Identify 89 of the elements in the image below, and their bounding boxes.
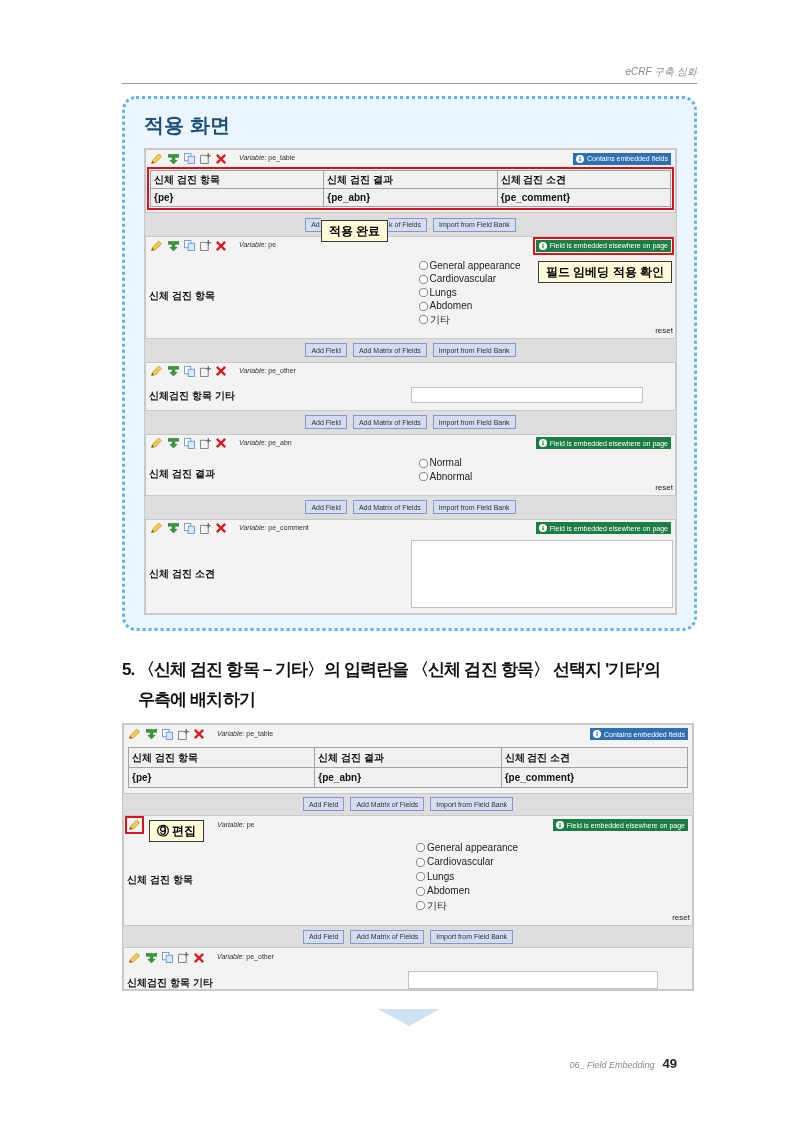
radio-icon[interactable] (418, 472, 428, 482)
pencil-icon[interactable] (129, 952, 140, 963)
branch-arrow-icon[interactable] (168, 438, 179, 448)
step-number: 5. (122, 658, 136, 681)
field-label: 신체 검진 항목 (149, 289, 215, 304)
radio-option[interactable]: General appearance (418, 259, 521, 273)
copy-icon[interactable] (162, 952, 173, 963)
radio-option[interactable]: Lungs (418, 286, 457, 300)
radio-icon[interactable] (418, 274, 428, 284)
chapter-label: 06_ Field Embedding (569, 1059, 655, 1072)
copy-icon[interactable] (184, 153, 195, 164)
callout-note: 필드 임베딩 적용 확인 (538, 261, 672, 283)
field-label: 신체 검진 결과 (149, 466, 215, 481)
copy-icon[interactable] (184, 240, 195, 251)
down-arrow-icon (378, 1009, 440, 1026)
pencil-icon[interactable] (151, 438, 162, 448)
pencil-icon[interactable] (129, 820, 140, 830)
radio-option[interactable]: General appearance (416, 840, 519, 855)
radio-option[interactable]: Normal (418, 456, 462, 470)
running-title: eCRF 구축 심화 (625, 66, 697, 78)
delete-icon[interactable] (216, 240, 226, 251)
notes-textarea[interactable] (410, 539, 673, 608)
page-plus-icon[interactable] (200, 522, 211, 534)
callout-note: ⑨ 편집 (149, 819, 205, 842)
radio-icon[interactable] (416, 843, 425, 853)
callout-note: 적용 완료 (320, 219, 389, 242)
radio-option[interactable]: 기타 (418, 313, 450, 327)
radio-option[interactable]: Lungs (416, 869, 455, 884)
branch-arrow-icon[interactable] (168, 523, 179, 533)
reset-link[interactable]: reset (672, 914, 692, 922)
delete-icon[interactable] (194, 729, 204, 739)
field-label: 신체 검진 항목 (127, 873, 193, 888)
page-plus-icon[interactable] (200, 153, 211, 164)
branch-arrow-icon[interactable] (168, 153, 179, 164)
pencil-icon[interactable] (129, 729, 140, 739)
branch-arrow-icon[interactable] (146, 729, 157, 739)
table-header-cell: 신체 검진 소견 (497, 170, 671, 189)
table-header-cell: 신체 검진 결과 (314, 747, 502, 767)
delete-icon[interactable] (194, 952, 204, 963)
radio-icon[interactable] (418, 458, 428, 468)
table-header-cell: 신체 검진 항목 (150, 170, 324, 189)
table-cell: {pe} (128, 767, 315, 787)
branch-arrow-icon[interactable] (168, 366, 179, 376)
delete-icon[interactable] (216, 366, 226, 376)
table-header-cell: 신체 검진 항목 (128, 747, 315, 767)
copy-icon[interactable] (162, 728, 173, 740)
table-header-cell: 신체 검진 결과 (323, 170, 498, 189)
delete-icon[interactable] (216, 153, 226, 164)
radio-icon[interactable] (418, 301, 428, 311)
field-label: 신체 검진 소견 (149, 567, 215, 581)
radio-option[interactable]: Abnormal (418, 470, 473, 484)
radio-icon[interactable] (416, 886, 425, 896)
field-label: 신체검진 항목 기타 (127, 977, 213, 988)
delete-icon[interactable] (216, 438, 226, 448)
panel-title: 적용 화면 (144, 114, 230, 136)
radio-option[interactable]: Cardiovascular (416, 855, 494, 870)
text-input[interactable] (410, 386, 644, 403)
pencil-icon[interactable] (151, 366, 162, 376)
radio-icon[interactable] (416, 857, 425, 867)
radio-option[interactable]: Cardiovascular (418, 272, 497, 286)
page-plus-icon[interactable] (200, 365, 211, 377)
table-header-cell: 신체 검진 소견 (501, 747, 688, 767)
radio-icon[interactable] (418, 261, 428, 271)
branch-arrow-icon[interactable] (146, 952, 157, 963)
radio-icon[interactable] (416, 901, 425, 911)
field-label: 신체검진 항목 기타 (149, 389, 235, 401)
radio-option[interactable]: Abdomen (416, 884, 470, 899)
page-plus-icon[interactable] (200, 437, 211, 449)
step-heading: 〈신체 검진 항목 – 기타〉의 입력란을 〈신체 검진 항목〉 선택지 '기타'의 우측에 배치하기 (138, 658, 662, 711)
page-plus-icon[interactable] (178, 952, 189, 963)
radio-icon[interactable] (418, 315, 428, 325)
copy-icon[interactable] (184, 365, 195, 377)
page-plus-icon[interactable] (178, 728, 189, 740)
reset-link[interactable]: reset (655, 483, 675, 492)
pencil-icon[interactable] (151, 523, 162, 533)
radio-icon[interactable] (418, 288, 428, 298)
page-number: 49 (662, 1055, 677, 1073)
branch-arrow-icon[interactable] (168, 240, 179, 251)
page-plus-icon[interactable] (200, 240, 211, 251)
radio-icon[interactable] (416, 872, 425, 882)
copy-icon[interactable] (184, 522, 195, 534)
delete-icon[interactable] (216, 523, 226, 533)
radio-option[interactable]: Abdomen (418, 299, 473, 313)
radio-option[interactable]: 기타 (416, 898, 447, 913)
pencil-icon[interactable] (151, 153, 162, 164)
text-input[interactable] (408, 971, 658, 989)
copy-icon[interactable] (184, 437, 195, 449)
reset-link[interactable]: reset (655, 326, 675, 335)
pencil-icon[interactable] (151, 240, 162, 251)
